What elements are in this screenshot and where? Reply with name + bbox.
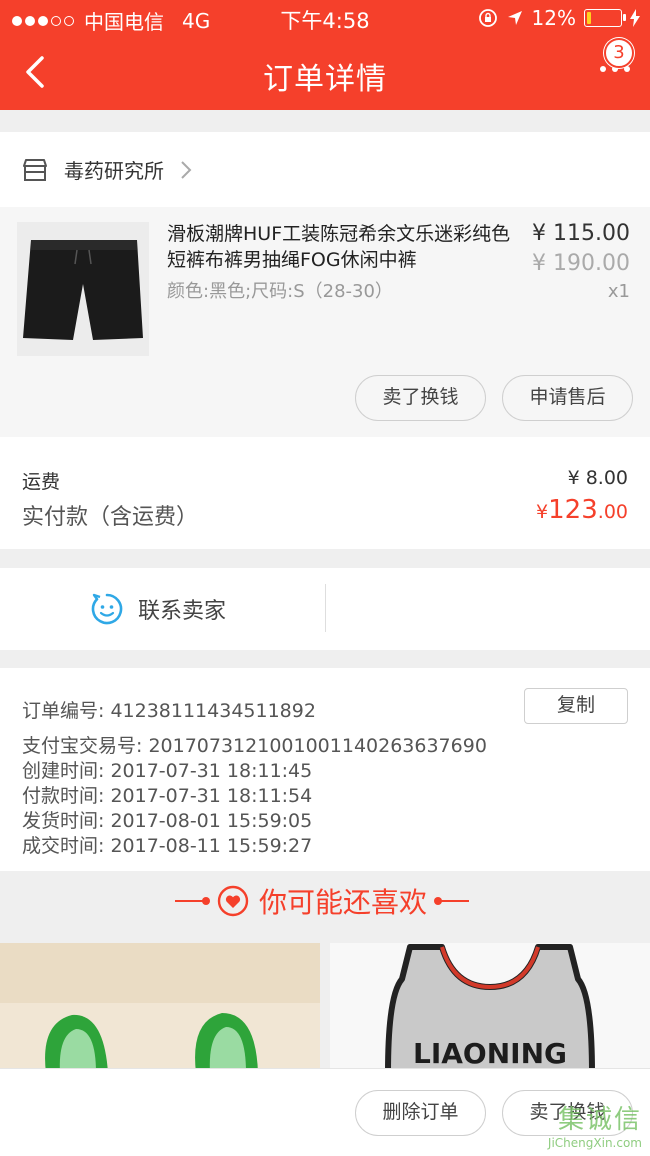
shoes-image — [0, 943, 320, 1073]
paid-label: 实付款（含运费） — [22, 505, 199, 530]
product-price: ¥ 115.00 — [532, 221, 630, 246]
bottom-action-bar: 删除订单 卖了换钱 集诚信 JiChengXin.com — [0, 1068, 650, 1156]
shipping-label: 运费 — [22, 471, 61, 493]
product-item[interactable]: 滑板潮牌HUF工装陈冠希余文乐迷彩纯色短裤布裤男抽绳FOG休闲中裤 颜色:黑色;… — [0, 207, 650, 437]
page-title: 订单详情 — [263, 62, 387, 97]
shop-name: 毒药研究所 — [64, 159, 164, 183]
contact-section: 联系卖家 — [0, 568, 650, 650]
battery-icon — [584, 9, 626, 27]
completed-time: 成交时间: 2017-08-11 15:59:27 — [22, 835, 313, 857]
fees-section: 运费 ¥ 8.00 实付款（含运费） ¥123.00 — [0, 437, 650, 549]
paid-time: 付款时间: 2017-07-31 18:11:54 — [22, 785, 313, 807]
recommend-title: 你可能还喜欢 — [259, 886, 428, 919]
recommend-item-jersey[interactable]: LIAONING — [330, 943, 650, 1073]
divider — [325, 584, 326, 632]
shop-icon — [23, 158, 47, 181]
chevron-right-icon — [181, 160, 192, 179]
shorts-image — [17, 222, 149, 356]
sell-for-cash-button[interactable]: 卖了换钱 — [355, 375, 486, 421]
product-attributes: 颜色:黑色;尺码:S（28-30） — [167, 281, 393, 302]
contact-seller-button[interactable]: 联系卖家 — [90, 592, 226, 626]
rotation-lock-icon — [478, 9, 497, 27]
location-icon — [507, 11, 522, 25]
status-bar: 中国电信 4G 下午4:58 12% — [0, 0, 650, 36]
product-title: 滑板潮牌HUF工装陈冠希余文乐迷彩纯色短裤布裤男抽绳FOG休闲中裤 — [167, 223, 511, 271]
order-info-section: 订单编号: 41238111434511892 复制 支付宝交易号: 20170… — [0, 668, 650, 871]
shipped-time: 发货时间: 2017-08-01 15:59:05 — [22, 810, 313, 832]
paid-currency: ¥ — [536, 501, 549, 523]
recommend-item-shoes[interactable] — [0, 943, 320, 1073]
product-image[interactable] — [17, 222, 149, 356]
alipay-number: 支付宝交易号: 2017073121001001140263637690 — [22, 735, 487, 757]
contact-seller-label: 联系卖家 — [138, 599, 227, 624]
chat-face-icon — [91, 593, 123, 625]
divider — [434, 897, 470, 905]
divider — [175, 897, 210, 905]
delete-order-button[interactable]: 删除订单 — [355, 1090, 486, 1136]
shipping-value: ¥ 8.00 — [567, 467, 628, 489]
order-number: 订单编号: 41238111434511892 — [22, 700, 316, 722]
paid-amount: ¥123.00 — [536, 495, 628, 525]
product-original-price: ¥ 190.00 — [532, 251, 630, 276]
jersey-text: LIAONING — [413, 1037, 567, 1070]
paid-decimal: .00 — [597, 501, 628, 523]
battery-percent: 12% — [531, 6, 576, 30]
charging-icon — [630, 9, 640, 27]
notification-badge: 3 — [604, 38, 634, 68]
app-header: 中国电信 4G 下午4:58 12% 订单详情 3 — [0, 0, 650, 110]
watermark-cn: 集诚信 — [557, 1105, 642, 1135]
shop-row[interactable]: 毒药研究所 — [0, 132, 650, 207]
status-right: 12% — [478, 6, 640, 30]
recommend-header: 你可能还喜欢 — [0, 871, 650, 931]
nav-bar: 订单详情 3 — [0, 36, 650, 110]
jersey-image: LIAONING — [330, 943, 650, 1073]
heart-icon — [217, 885, 249, 917]
watermark-en: JiChengXin.com — [547, 1136, 642, 1150]
after-sale-button[interactable]: 申请售后 — [502, 375, 633, 421]
product-quantity: x1 — [607, 281, 630, 302]
created-time: 创建时间: 2017-07-31 18:11:45 — [22, 760, 313, 782]
watermark: 集诚信 JiChengXin.com — [548, 1099, 642, 1150]
paid-integer: 123 — [548, 495, 598, 525]
battery-level — [587, 12, 591, 24]
copy-button[interactable]: 复制 — [524, 688, 628, 724]
